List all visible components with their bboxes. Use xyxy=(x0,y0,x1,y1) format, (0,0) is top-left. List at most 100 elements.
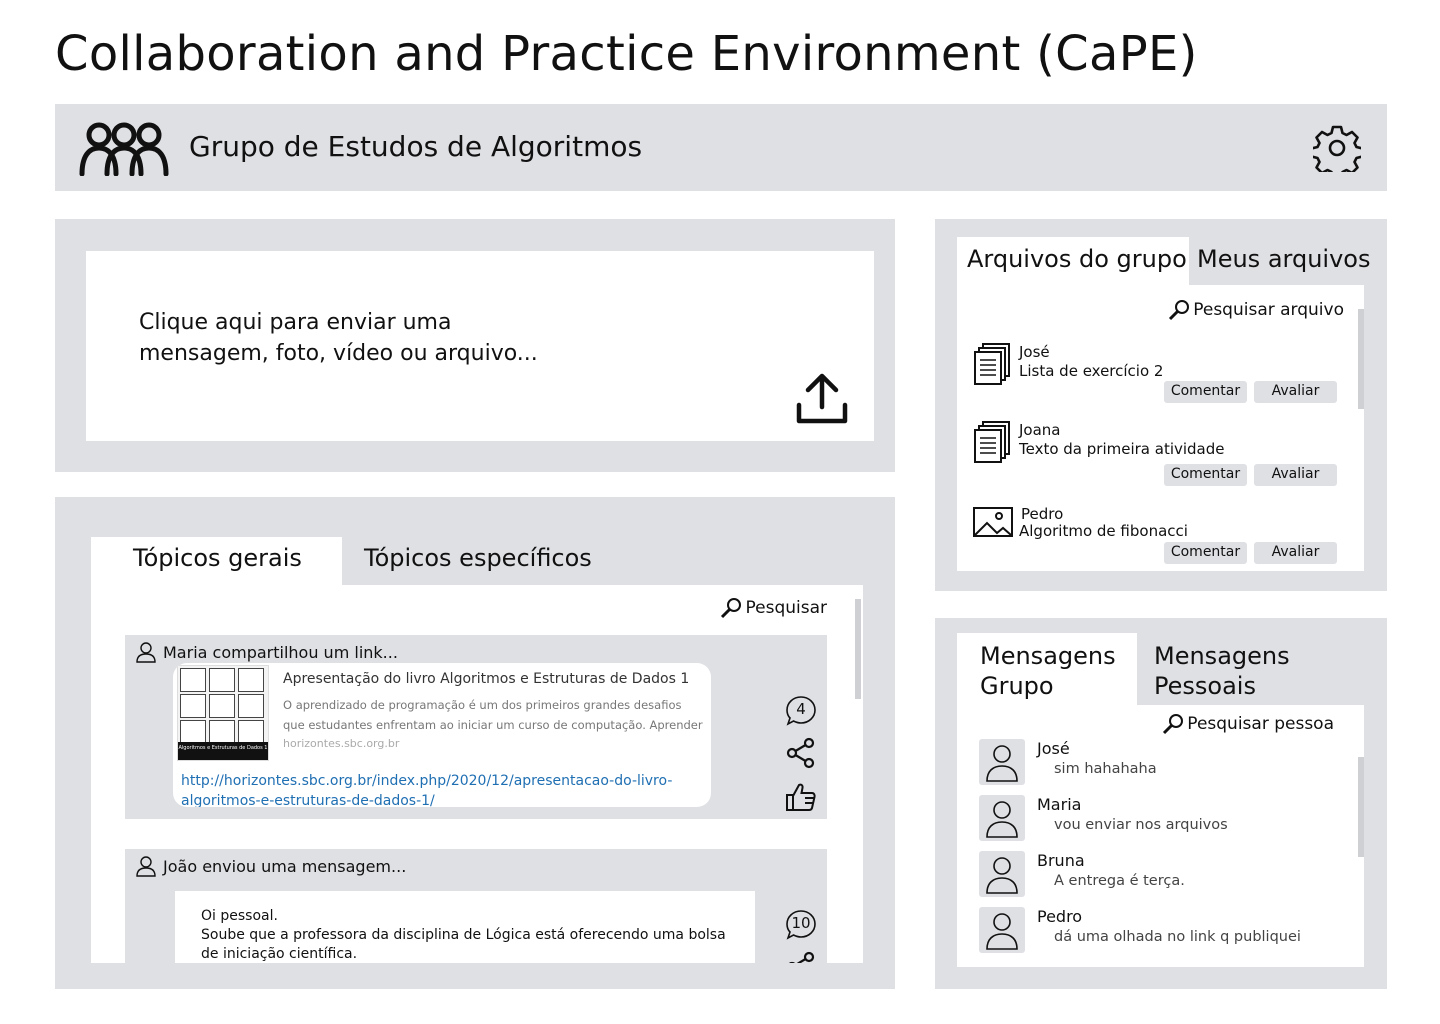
thumb-cell xyxy=(180,720,206,744)
app-title: Collaboration and Practice Environment (… xyxy=(55,26,1198,82)
link-description: O aprendizado de programação é um dos pr… xyxy=(283,698,703,732)
link-title: Apresentação do livro Algoritmos e Estru… xyxy=(283,671,690,687)
rate-button[interactable]: Avaliar xyxy=(1254,542,1337,564)
tab-personal-messages[interactable]: Mensagens Pessoais xyxy=(1132,633,1352,705)
upload-panel: Clique aqui para enviar uma mensagem, fo… xyxy=(55,219,895,472)
file-item[interactable]: Joana Texto da primeira atividade Coment… xyxy=(973,421,1343,491)
chat-preview: dá uma olhada no link q publiquei xyxy=(1054,929,1301,945)
chat-item[interactable]: Maria vou enviar nos arquivos xyxy=(979,795,1329,843)
post-author: João enviou uma mensagem... xyxy=(135,855,406,877)
avatar xyxy=(979,907,1025,953)
files-search[interactable]: Pesquisar arquivo xyxy=(1168,299,1344,321)
link-url[interactable]: http://horizontes.sbc.org.br/index.php/2… xyxy=(181,771,706,807)
rate-button[interactable]: Avaliar xyxy=(1254,464,1337,486)
post-author: Maria compartilhou um link... xyxy=(135,641,398,663)
image-icon xyxy=(973,507,1013,537)
tab-group-files[interactable]: Arquivos do grupo xyxy=(957,237,1189,285)
chat-preview: vou enviar nos arquivos xyxy=(1054,817,1228,833)
search-icon xyxy=(1169,300,1190,321)
chat-name: Pedro xyxy=(1037,907,1083,926)
post-author-line: Maria compartilhou um link... xyxy=(163,642,398,662)
topics-scrollbar[interactable] xyxy=(855,599,861,699)
like-icon[interactable] xyxy=(785,781,817,813)
messages-panel: Mensagens Grupo Mensagens Pessoais Pesqu… xyxy=(935,618,1387,989)
file-title: Texto da primeira atividade xyxy=(1019,440,1225,458)
user-icon xyxy=(136,642,156,663)
comment-count: 4 xyxy=(796,700,806,718)
gear-icon[interactable] xyxy=(1313,124,1361,172)
upload-prompt: Clique aqui para enviar uma mensagem, fo… xyxy=(139,310,538,366)
post-author-line: João enviou uma mensagem... xyxy=(163,856,407,876)
upload-icon[interactable] xyxy=(794,371,850,427)
post-actions: 4 xyxy=(785,695,819,825)
search-icon xyxy=(1163,714,1184,735)
share-icon[interactable] xyxy=(785,737,817,769)
message-card[interactable]: Oi pessoal. Soube que a professora da di… xyxy=(175,891,755,963)
tab-general-topics[interactable]: Tópicos gerais xyxy=(91,537,342,587)
thumb-cell xyxy=(238,694,264,718)
files-scrollbar[interactable] xyxy=(1358,309,1364,409)
document-icon xyxy=(974,421,1010,463)
comment-count: 10 xyxy=(791,914,811,932)
post-item: João enviou uma mensagem... Oi pessoal. … xyxy=(125,849,827,963)
files-search-label: Pesquisar arquivo xyxy=(1193,300,1344,320)
document-icon xyxy=(974,343,1010,385)
users-icon xyxy=(79,122,169,176)
chat-preview: sim hahahaha xyxy=(1054,761,1157,777)
chat-item[interactable]: Pedro dá uma olhada no link q publiquei xyxy=(979,907,1329,955)
topics-search-label: Pesquisar xyxy=(745,598,827,618)
topics-feed: Pesquisar Maria compartilhou um link... xyxy=(91,585,863,963)
user-icon xyxy=(986,857,1018,894)
user-icon xyxy=(986,913,1018,950)
comment-button[interactable]: 10 xyxy=(785,909,817,941)
chat-item[interactable]: Bruna A entrega é terça. xyxy=(979,851,1329,899)
thumb-cell xyxy=(209,720,235,744)
link-preview-card[interactable]: Algoritmos e Estruturas de Dados 1 Apres… xyxy=(173,663,711,807)
file-author: Pedro xyxy=(1021,505,1064,523)
link-domain: horizontes.sbc.org.br xyxy=(283,737,400,750)
files-list: Pesquisar arquivo José Lista de exercíci… xyxy=(957,285,1364,571)
rate-button[interactable]: Avaliar xyxy=(1254,381,1337,403)
message-text: Oi pessoal. Soube que a professora da di… xyxy=(201,908,726,962)
comment-button[interactable]: Comentar xyxy=(1164,542,1247,564)
file-title: Lista de exercício 2 xyxy=(1019,362,1164,380)
files-panel: Arquivos do grupo Meus arquivos Pesquisa… xyxy=(935,219,1387,591)
share-icon[interactable] xyxy=(785,951,817,963)
thumb-cell xyxy=(238,668,264,692)
thumb-cell xyxy=(209,694,235,718)
messages-list: Pesquisar pessoa José sim hahahaha Maria… xyxy=(957,705,1364,967)
file-item[interactable]: José Lista de exercício 2 Comentar Avali… xyxy=(973,343,1343,413)
topics-panel: Tópicos gerais Tópicos específicos Pesqu… xyxy=(55,497,895,989)
comment-button[interactable]: Comentar xyxy=(1164,464,1247,486)
user-icon xyxy=(136,856,156,877)
people-search-label: Pesquisar pessoa xyxy=(1187,714,1334,734)
comment-button[interactable]: 4 xyxy=(785,695,817,727)
chat-item[interactable]: José sim hahahaha xyxy=(979,739,1329,787)
file-author: José xyxy=(1019,343,1050,361)
avatar xyxy=(979,851,1025,897)
messages-scrollbar[interactable] xyxy=(1358,757,1364,857)
thumb-cell xyxy=(180,668,206,692)
user-icon xyxy=(986,745,1018,782)
people-search[interactable]: Pesquisar pessoa xyxy=(1162,713,1334,735)
group-name: Grupo de Estudos de Algoritmos xyxy=(189,130,643,163)
thumb-cell xyxy=(209,668,235,692)
tab-specific-topics[interactable]: Tópicos específicos xyxy=(342,537,592,587)
comment-button[interactable]: Comentar xyxy=(1164,381,1247,403)
book-thumbnail: Algoritmos e Estruturas de Dados 1 xyxy=(177,665,269,761)
topics-search[interactable]: Pesquisar xyxy=(720,597,827,619)
chat-name: José xyxy=(1037,739,1070,758)
tab-group-messages[interactable]: Mensagens Grupo xyxy=(957,633,1137,705)
avatar xyxy=(979,739,1025,785)
file-author: Joana xyxy=(1019,421,1061,439)
tab-my-files[interactable]: Meus arquivos xyxy=(1175,237,1375,285)
upload-box[interactable]: Clique aqui para enviar uma mensagem, fo… xyxy=(86,251,874,441)
avatar xyxy=(979,795,1025,841)
chat-preview: A entrega é terça. xyxy=(1054,873,1185,889)
thumb-caption: Algoritmos e Estruturas de Dados 1 xyxy=(178,742,268,760)
thumb-cell xyxy=(238,720,264,744)
post-actions: 10 xyxy=(785,909,819,963)
search-icon xyxy=(721,598,742,619)
group-header: Grupo de Estudos de Algoritmos xyxy=(55,104,1387,191)
file-item[interactable]: Pedro Algoritmo de fibonacci Comentar Av… xyxy=(973,505,1343,575)
